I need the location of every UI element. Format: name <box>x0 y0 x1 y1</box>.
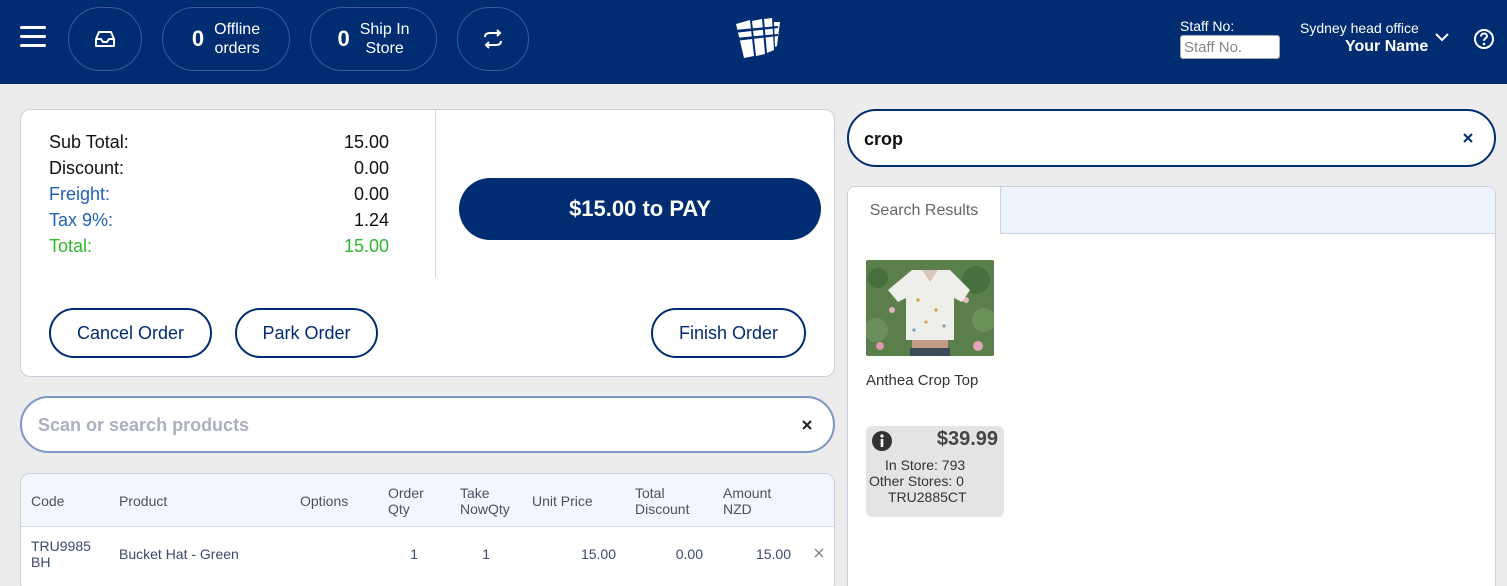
row-unit-price[interactable]: 15.00 <box>532 546 616 562</box>
product-price-card[interactable]: $39.99 In Store: 793 Other Stores: 0 TRU… <box>866 426 1004 517</box>
finish-order-button[interactable]: Finish Order <box>651 308 806 358</box>
order-lines-table: Code Product Options Order Qty Take NowQty… <box>20 473 835 586</box>
store-name: Sydney head office <box>1300 20 1419 36</box>
total-label: Total: <box>49 236 93 256</box>
row-product: Bucket Hat - Green <box>119 546 239 562</box>
clear-product-search-icon[interactable] <box>800 418 814 432</box>
col-total-discount: Total Discount <box>635 485 690 517</box>
total-value: 15.00 <box>343 236 389 256</box>
tax-row[interactable]: Tax 9%: 1.24 <box>49 210 389 232</box>
staff-number-input[interactable] <box>1180 35 1280 59</box>
sync-button[interactable] <box>457 7 529 71</box>
sync-icon <box>484 29 502 49</box>
col-take-now-qty: Take NowQty <box>460 485 510 517</box>
results-tab-bar: Search Results <box>848 187 1495 234</box>
subtotal-row: Sub Total: 15.00 <box>49 132 389 154</box>
product-search-input[interactable] <box>38 412 778 438</box>
discount-value: 0.00 <box>353 158 389 178</box>
pay-button[interactable]: $15.00 to PAY <box>459 178 821 240</box>
ship-in-store-label: Ship In Store <box>359 21 410 57</box>
ship-in-store-count: 0 <box>337 26 350 51</box>
offline-orders-count: 0 <box>191 26 205 51</box>
col-options: Options <box>300 493 349 509</box>
product-search-bar <box>20 396 835 453</box>
park-order-button[interactable]: Park Order <box>235 308 378 358</box>
tab-search-results[interactable]: Search Results <box>848 187 1001 234</box>
other-stores-stock: Other Stores: 0 <box>869 473 964 489</box>
col-unit-price: Unit Price <box>532 493 593 509</box>
product-sku: TRU2885CT <box>888 489 967 505</box>
col-amount: Amount NZD <box>723 485 772 517</box>
brand-logo <box>734 18 780 58</box>
user-name: Your Name <box>1345 38 1429 55</box>
order-summary-card: Sub Total: 15.00 Discount: 0.00 Freight:… <box>20 109 835 377</box>
offline-orders-button[interactable]: 0 Offline orders <box>162 7 290 71</box>
subtotal-label: Sub Total: <box>49 132 129 152</box>
product-name[interactable]: Anthea Crop Top <box>866 372 978 389</box>
cancel-order-button[interactable]: Cancel Order <box>49 308 212 358</box>
remove-line-icon[interactable] <box>813 547 825 559</box>
summary-divider <box>435 110 436 278</box>
col-product: Product <box>119 493 168 509</box>
row-total-discount[interactable]: 0.00 <box>635 546 703 562</box>
menu-icon[interactable] <box>20 26 46 50</box>
freight-row[interactable]: Freight: 0.00 <box>49 184 389 206</box>
catalog-search-input[interactable] <box>864 126 1444 152</box>
in-store-stock: In Store: 793 <box>885 457 966 473</box>
help-icon[interactable] <box>1473 28 1495 50</box>
tax-value: 1.24 <box>353 210 389 230</box>
ship-in-store-button[interactable]: 0 Ship In Store <box>310 7 437 71</box>
row-code: TRU9985 BH <box>31 538 91 570</box>
product-price: $39.99 <box>936 428 998 450</box>
row-take-now-qty[interactable]: 1 <box>460 546 490 562</box>
catalog-search-bar <box>847 109 1496 167</box>
product-image[interactable] <box>866 260 994 356</box>
search-results-panel: Search Results Anthea Crop Top $39.99 In… <box>847 186 1496 586</box>
offline-orders-label: Offline orders <box>214 21 261 57</box>
staff-number-label: Staff No: <box>1180 18 1235 34</box>
freight-link[interactable]: Freight: <box>49 184 110 205</box>
table-header: Code Product Options Order Qty Take NowQty… <box>21 474 834 527</box>
discount-label: Discount: <box>49 158 125 178</box>
clear-catalog-search-icon[interactable] <box>1461 131 1475 145</box>
row-amount: 15.00 <box>755 546 791 562</box>
subtotal-value: 15.00 <box>343 132 389 152</box>
discount-row: Discount: 0.00 <box>49 158 389 180</box>
inbox-button[interactable] <box>68 7 142 71</box>
chevron-down-icon[interactable] <box>1434 30 1450 44</box>
inbox-icon <box>95 31 115 47</box>
top-bar: 0 Offline orders 0 Ship In Store Staff N… <box>0 0 1507 84</box>
info-icon[interactable] <box>871 430 893 452</box>
row-order-qty[interactable]: 1 <box>388 546 418 562</box>
freight-value: 0.00 <box>353 184 389 204</box>
col-code: Code <box>31 493 65 509</box>
tax-link[interactable]: Tax 9%: <box>49 210 113 231</box>
total-row: Total: 15.00 <box>49 236 389 258</box>
col-order-qty: Order Qty <box>388 485 424 517</box>
